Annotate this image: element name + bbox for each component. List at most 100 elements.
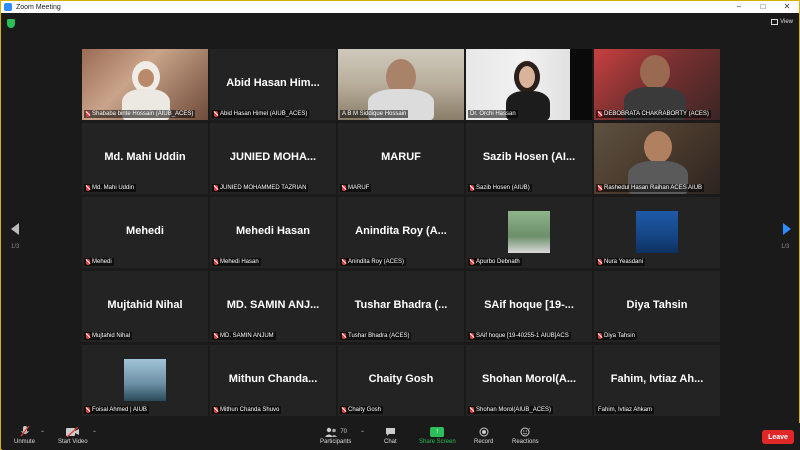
face-shape: [640, 55, 670, 89]
participant-display-name: Mithun Chanda...: [228, 373, 318, 385]
participant-name-label: Mehedi: [84, 258, 114, 266]
participant-tile[interactable]: Nura Yeasdani: [594, 197, 720, 268]
participant-name-label: Md. Mahi Uddin: [84, 184, 137, 192]
record-button[interactable]: Record: [474, 426, 493, 445]
participant-tile[interactable]: DEBOBRATA CHAKRABORTY (ACES): [594, 49, 720, 120]
participant-tile[interactable]: Dr. Orchi Hassan: [466, 49, 592, 120]
record-icon: [479, 426, 489, 437]
participant-name-label: MD. SAMIN ANJUM: [212, 332, 276, 340]
muted-mic-icon: [86, 259, 90, 265]
video-options-caret-icon[interactable]: ⌃: [92, 430, 97, 437]
participant-tile[interactable]: Mithun Chanda... Mithun Chanda Shuvo: [210, 345, 336, 416]
participant-tile[interactable]: Diya Tahsin Diya Tahsin: [594, 271, 720, 342]
participant-display-name: Anindita Roy (A...: [355, 225, 447, 237]
participant-name-label: Anindita Roy (ACES): [340, 258, 407, 266]
participant-display-name: SAif hoque [19-...: [484, 299, 574, 311]
next-page-arrow-icon[interactable]: [783, 223, 791, 235]
muted-mic-icon: [214, 333, 218, 339]
participant-tile[interactable]: Mujtahid Nihal Mujtahid Nihal: [82, 271, 208, 342]
unmute-button[interactable]: Unmute: [14, 426, 35, 445]
muted-microphone-icon: [19, 426, 30, 437]
muted-mic-icon: [214, 111, 218, 117]
reactions-button[interactable]: + Reactions: [512, 426, 539, 446]
participant-name-label: JUNIED MOHAMMED TAZRIAN: [212, 184, 309, 192]
share-screen-icon: ↑: [430, 426, 445, 437]
participant-tile[interactable]: Chaity Gosh Chaity Gosh: [338, 345, 464, 416]
leave-button[interactable]: Leave: [762, 430, 794, 444]
zoom-app-icon: [4, 3, 12, 11]
participant-tile[interactable]: Apurbo Debnath: [466, 197, 592, 268]
muted-mic-icon: [598, 185, 602, 191]
participant-tile[interactable]: Fahim, Ivtiaz Ah... Fahim, Ivtiaz Ahkam: [594, 345, 720, 416]
minimize-button[interactable]: –: [727, 1, 751, 13]
participant-display-name: MARUF: [381, 151, 421, 163]
participants-options-caret-icon[interactable]: ⌃: [360, 430, 365, 437]
participant-tile[interactable]: Tushar Bhadra (... Tushar Bhadra (ACES): [338, 271, 464, 342]
muted-mic-icon: [342, 333, 346, 339]
participant-display-name: JUNIED MOHA...: [229, 151, 317, 163]
chat-bubble-icon: [385, 426, 396, 437]
participant-name-label: Tushar Bhadra (ACES): [340, 332, 412, 340]
participant-tile[interactable]: Anindita Roy (A... Anindita Roy (ACES): [338, 197, 464, 268]
grid-icon: [771, 19, 779, 25]
muted-mic-icon: [342, 185, 346, 191]
participant-tile[interactable]: Shohan Morol(A... Shohan Morol(AIUB_ACES…: [466, 345, 592, 416]
window-controls: – □ ✕: [727, 1, 799, 13]
participant-name-label: Dr. Orchi Hassan: [468, 110, 518, 118]
participant-tile[interactable]: MARUF MARUF: [338, 123, 464, 194]
participant-name-label: A B M Siddique Hossain: [340, 110, 409, 118]
participant-name-label: Mehedi Hasan: [212, 258, 261, 266]
audio-options-caret-icon[interactable]: ⌃: [40, 430, 45, 437]
muted-mic-icon: [598, 259, 602, 265]
view-button[interactable]: View: [771, 17, 793, 27]
profile-picture: [636, 211, 678, 253]
profile-picture: [508, 211, 550, 253]
participant-display-name: Abid Hasan Him...: [226, 77, 320, 89]
start-video-button[interactable]: Start Video: [58, 426, 88, 445]
share-screen-button[interactable]: ↑ Share Screen: [419, 426, 456, 445]
participant-tile[interactable]: Md. Mahi Uddin Md. Mahi Uddin: [82, 123, 208, 194]
participant-name-label: Foisal Ahmed | AIUB: [84, 406, 149, 414]
participant-tile[interactable]: JUNIED MOHA... JUNIED MOHAMMED TAZRIAN: [210, 123, 336, 194]
participant-tile[interactable]: Abid Hasan Him... Abid Hasan Himel (AIUB…: [210, 49, 336, 120]
close-button[interactable]: ✕: [775, 1, 799, 13]
muted-mic-icon: [342, 407, 346, 413]
video-off-icon: [65, 426, 80, 437]
participant-tile[interactable]: Shababa binte Hossain (AIUB_ACES): [82, 49, 208, 120]
previous-page-arrow-icon[interactable]: [11, 223, 19, 235]
participant-name-label: Diya Tahsin: [596, 332, 637, 340]
muted-mic-icon: [470, 185, 474, 191]
page-indicator-right: 1/3: [781, 244, 790, 250]
participant-tile[interactable]: MD. SAMIN ANJ... MD. SAMIN ANJUM: [210, 271, 336, 342]
face-shape: [138, 69, 154, 87]
smiley-plus-icon: +: [520, 426, 531, 437]
maximize-button[interactable]: □: [751, 1, 775, 13]
participant-tile[interactable]: Foisal Ahmed | AIUB: [82, 345, 208, 416]
participant-tile[interactable]: SAif hoque [19-... SAif hoque [19-40255-…: [466, 271, 592, 342]
participant-display-name: Diya Tahsin: [626, 299, 688, 311]
muted-mic-icon: [470, 333, 474, 339]
participant-display-name: Chaity Gosh: [368, 373, 434, 385]
participant-tile[interactable]: Mehedi Mehedi: [82, 197, 208, 268]
page-indicator-left: 1/3: [11, 244, 20, 250]
zoom-window: Zoom Meeting – □ ✕ View 1/3 1/3 Shababa …: [0, 0, 800, 450]
participant-tile[interactable]: Mehedi Hasan Mehedi Hasan: [210, 197, 336, 268]
muted-mic-icon: [214, 407, 218, 413]
participant-display-name: MD. SAMIN ANJ...: [226, 299, 320, 311]
participant-name-label: Shababa binte Hossain (AIUB_ACES): [84, 110, 196, 118]
active-speaker-tile[interactable]: A B M Siddique Hossain: [338, 49, 464, 120]
muted-mic-icon: [86, 111, 90, 117]
participant-display-name: Md. Mahi Uddin: [104, 151, 186, 163]
muted-mic-icon: [86, 185, 90, 191]
participant-name-label: SAif hoque [19-40255-1 AIUB]ACS: [468, 332, 571, 340]
participants-button[interactable]: 70 Participants: [320, 426, 351, 445]
participant-display-name: Mujtahid Nihal: [107, 299, 183, 311]
face-shape: [644, 131, 672, 163]
participant-tile[interactable]: Sazib Hosen (AI... Sazib Hosen (AIUB): [466, 123, 592, 194]
security-shield-icon[interactable]: [7, 19, 15, 28]
title-bar: Zoom Meeting – □ ✕: [1, 1, 799, 13]
participant-tile[interactable]: Rashedul Hasan Raihan ACES AIUB: [594, 123, 720, 194]
chat-button[interactable]: Chat: [384, 426, 397, 445]
participant-name-label: Chaity Gosh: [340, 406, 384, 414]
participant-name-label: Nura Yeasdani: [596, 258, 646, 266]
